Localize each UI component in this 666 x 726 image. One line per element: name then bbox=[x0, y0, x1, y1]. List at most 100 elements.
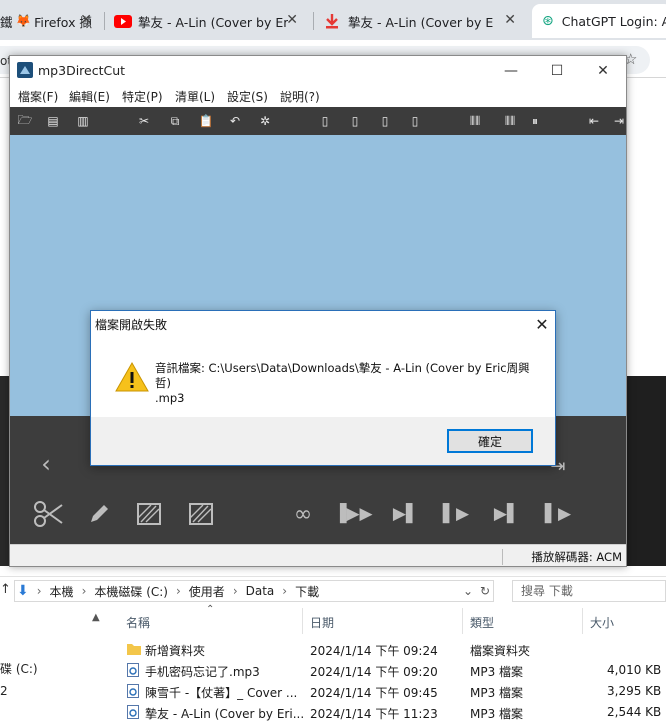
browser-tab-download[interactable]: 摯友 - A-Lin (Cover by Eric周 ✕ bbox=[324, 4, 522, 38]
waveform-split-icon[interactable]: ⦀⦀ bbox=[497, 112, 523, 130]
column-header-size[interactable]: 大小 bbox=[590, 614, 614, 631]
file-name: 陳雪千 -【仗著】_ Cover ... bbox=[145, 686, 298, 700]
undo-icon[interactable]: ↶ bbox=[226, 112, 244, 130]
play-from-marker-icon[interactable]: ▌▶ bbox=[442, 500, 470, 528]
menu-help[interactable]: 說明(?) bbox=[280, 88, 320, 105]
close-tab-icon[interactable]: ✕ bbox=[504, 12, 516, 28]
column-header-type[interactable]: 類型 bbox=[470, 614, 494, 631]
dialog-message-line: 音訊檔案: C:\Users\Data\Downloads\摯友 - A-Lin… bbox=[155, 361, 530, 390]
refresh-icon[interactable]: ↻ bbox=[480, 584, 490, 598]
file-name: 新增資料夾 bbox=[145, 644, 206, 658]
file-date: 2024/1/14 下午 09:20 bbox=[310, 665, 438, 679]
window-titlebar[interactable]: mp3DirectCut — ☐ ✕ bbox=[10, 56, 626, 85]
fade-out-icon[interactable] bbox=[188, 502, 214, 526]
file-name: 摯友 - A-Lin (Cover by Eri... bbox=[145, 707, 305, 721]
sidebar-item-2[interactable]: 2 bbox=[0, 684, 8, 698]
chevron-right-icon: › bbox=[36, 584, 42, 598]
pencil-icon[interactable] bbox=[86, 500, 112, 528]
chevron-right-icon: › bbox=[175, 584, 181, 598]
cut-icon[interactable]: ✂ bbox=[135, 112, 153, 130]
page-1-icon[interactable]: ▯ bbox=[346, 112, 364, 130]
file-row[interactable]: 摯友 - A-Lin (Cover by Eri... 2024/1/14 下午… bbox=[118, 702, 666, 723]
dialog-footer: 確定 bbox=[91, 417, 555, 465]
fade-in-icon[interactable] bbox=[136, 502, 162, 526]
dialog-message: 音訊檔案: C:\Users\Data\Downloads\摯友 - A-Lin… bbox=[155, 361, 535, 406]
file-size: 3,295 KB bbox=[607, 684, 662, 698]
tab-title: 摯友 - A-Lin (Cover by Eric周 bbox=[138, 14, 288, 30]
column-divider[interactable] bbox=[302, 608, 303, 634]
page-icon[interactable]: ▯ bbox=[316, 112, 334, 130]
column-header-date[interactable]: 日期 bbox=[310, 614, 334, 631]
column-divider[interactable] bbox=[582, 608, 583, 634]
close-tab-icon[interactable]: ✕ bbox=[80, 12, 92, 28]
menu-special[interactable]: 特定(P) bbox=[122, 88, 163, 105]
breadcrumb[interactable]: ⬇ › 本機 › 本機磁碟 (C:) › 使用者 › Data › 下載 ⌄ ↻ bbox=[14, 580, 494, 602]
chevron-right-icon: › bbox=[282, 584, 288, 598]
column-divider[interactable] bbox=[462, 608, 463, 634]
play-end-icon[interactable]: ▌▶ bbox=[544, 500, 572, 528]
browser-tab-firefox[interactable]: 鐵 🦊 Firefox 擷 ✕ bbox=[0, 4, 98, 38]
minimize-button[interactable]: — bbox=[488, 56, 534, 85]
tab-title: ChatGPT Login: Ac bbox=[561, 13, 666, 29]
decoder-status: 播放解碼器: ACM bbox=[502, 549, 622, 565]
breadcrumb-item[interactable]: 本機磁碟 (C:) bbox=[94, 583, 168, 600]
scroll-up-icon[interactable]: ▲ bbox=[92, 612, 100, 623]
breadcrumb-item[interactable]: 本機 bbox=[50, 583, 74, 600]
paste-icon[interactable]: 📋 bbox=[197, 112, 215, 130]
maximize-button[interactable]: ☐ bbox=[534, 56, 580, 85]
next-marker-icon[interactable]: ⇥ bbox=[610, 112, 628, 130]
column-header-name[interactable]: 名稱 bbox=[126, 614, 150, 631]
up-arrow-icon[interactable]: ↑ bbox=[0, 582, 11, 597]
window-title: mp3DirectCut bbox=[38, 63, 126, 78]
chevron-right-icon: › bbox=[81, 584, 87, 598]
scissors-icon bbox=[34, 501, 63, 527]
tab-separator bbox=[104, 12, 105, 30]
file-date: 2024/1/14 下午 09:24 bbox=[310, 644, 438, 658]
browser-tab-chatgpt[interactable]: ⊛ ChatGPT Login: Ac bbox=[532, 4, 666, 38]
page-2-icon[interactable]: ▯ bbox=[376, 112, 394, 130]
dialog-message-line: .mp3 bbox=[155, 391, 185, 405]
breadcrumb-item[interactable]: Data bbox=[246, 584, 275, 598]
cut-large-icon[interactable] bbox=[32, 498, 64, 530]
play-selection-icon[interactable]: ▐▶▶ bbox=[332, 500, 374, 528]
file-row[interactable]: 新增資料夾 2024/1/14 下午 09:24 檔案資料夾 bbox=[118, 639, 666, 660]
file-row[interactable]: 陳雪千 -【仗著】_ Cover ... 2024/1/14 下午 09:45 … bbox=[118, 681, 666, 702]
play-to-marker-icon[interactable]: ▶▌ bbox=[392, 500, 420, 528]
browser-tab-youtube[interactable]: 摯友 - A-Lin (Cover by Eric周 ✕ bbox=[114, 4, 304, 38]
open-file-icon[interactable]: 🗁 bbox=[16, 112, 34, 130]
menu-list[interactable]: 清單(L) bbox=[175, 88, 215, 105]
breadcrumb-item[interactable]: 下載 bbox=[295, 583, 319, 600]
split-marker-icon[interactable]: ⇤ bbox=[585, 112, 603, 130]
loop-icon[interactable]: ∞ bbox=[288, 500, 318, 528]
copy-icon[interactable]: ⧉ bbox=[166, 112, 184, 130]
file-name: 手机密码忘记了.mp3 bbox=[145, 665, 260, 679]
chevron-down-icon[interactable]: ⌄ bbox=[463, 584, 473, 598]
search-input[interactable]: 搜尋 下載 bbox=[512, 580, 666, 602]
pause-marker-icon[interactable]: ⏸ bbox=[526, 112, 544, 130]
save-icon[interactable]: ▤ bbox=[44, 112, 62, 130]
menu-settings[interactable]: 設定(S) bbox=[227, 88, 268, 105]
previous-icon[interactable]: ‹ bbox=[32, 450, 60, 478]
close-tab-icon[interactable]: ✕ bbox=[286, 12, 298, 28]
menu-bar: 檔案(F) 編輯(E) 特定(P) 清單(L) 設定(S) 說明(?) bbox=[10, 85, 626, 107]
dialog-title: 檔案開啟失敗 bbox=[95, 318, 168, 332]
waveform-zoom-icon[interactable]: ⦀⦀ bbox=[462, 112, 488, 130]
menu-file[interactable]: 檔案(F) bbox=[18, 88, 58, 105]
chatgpt-icon: ⊛ bbox=[542, 13, 554, 29]
audio-file-icon bbox=[127, 663, 139, 677]
file-type: MP3 檔案 bbox=[470, 707, 524, 721]
youtube-icon bbox=[114, 14, 132, 28]
audio-file-icon bbox=[127, 684, 139, 698]
ok-button[interactable]: 確定 bbox=[447, 429, 533, 453]
chevron-right-icon: › bbox=[232, 584, 238, 598]
breadcrumb-item[interactable]: 使用者 bbox=[189, 583, 225, 600]
menu-edit[interactable]: 編輯(E) bbox=[69, 88, 110, 105]
play-icon[interactable]: ▶▌ bbox=[493, 500, 521, 528]
dialog-close-button[interactable]: ✕ bbox=[527, 311, 557, 337]
settings-gear-icon[interactable]: ✲ bbox=[256, 112, 274, 130]
close-window-button[interactable]: ✕ bbox=[580, 56, 626, 85]
save-list-icon[interactable]: ▥ bbox=[74, 112, 92, 130]
file-row[interactable]: 手机密码忘记了.mp3 2024/1/14 下午 09:20 MP3 檔案 4,… bbox=[118, 660, 666, 681]
sidebar-item-drive[interactable]: 碟 (C:) bbox=[0, 660, 38, 677]
page-3-icon[interactable]: ▯ bbox=[406, 112, 424, 130]
